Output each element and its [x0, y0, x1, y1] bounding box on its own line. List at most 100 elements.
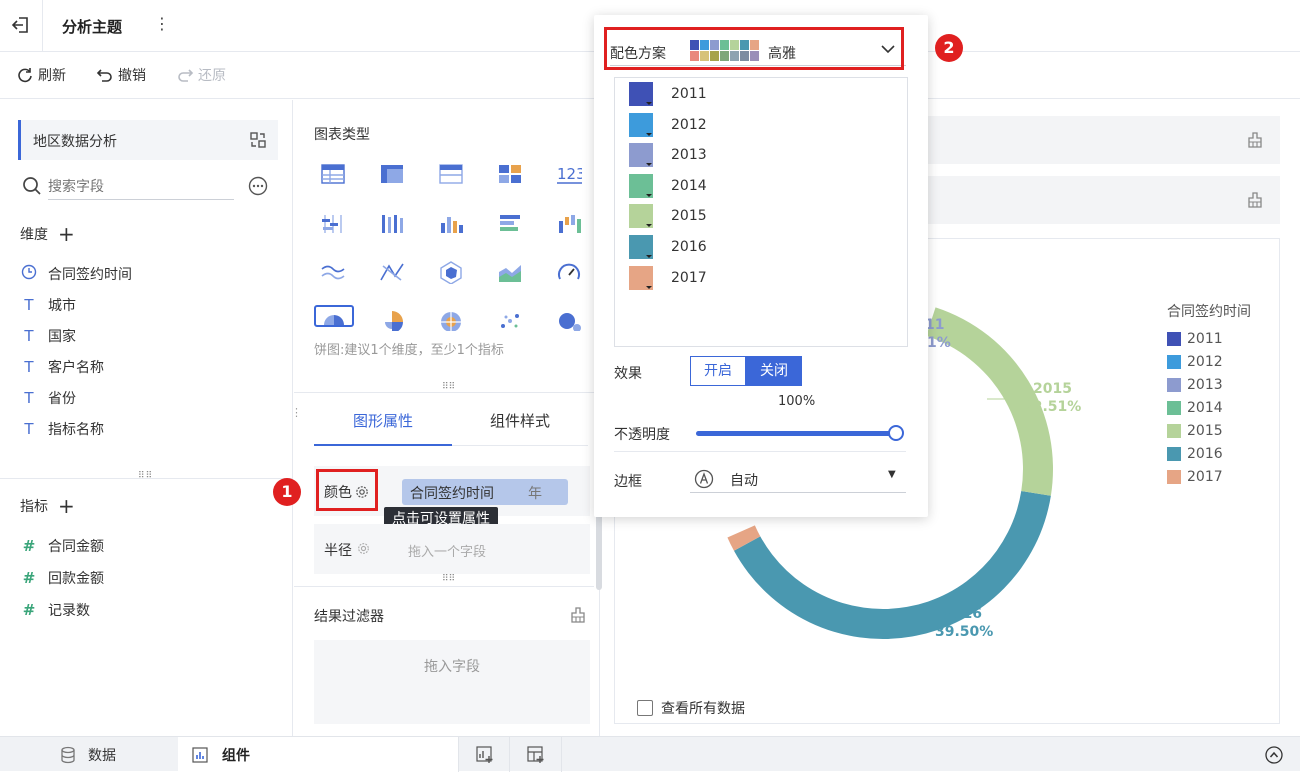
- refresh-button[interactable]: 刷新: [16, 65, 66, 85]
- dimension-field[interactable]: T 城市: [20, 295, 76, 315]
- kpi-card-icon[interactable]: [497, 162, 523, 186]
- rose-chart-icon[interactable]: [379, 309, 405, 331]
- color-swatch-picker[interactable]: [629, 82, 653, 106]
- opacity-slider-thumb[interactable]: [888, 425, 904, 441]
- color-swatch-picker[interactable]: [629, 204, 653, 229]
- area-chart-icon[interactable]: [497, 260, 523, 284]
- gauge-icon[interactable]: [556, 260, 582, 284]
- redo-button[interactable]: 还原: [176, 65, 226, 85]
- dimension-field[interactable]: T 省份: [20, 388, 76, 408]
- year-color-list: 2011 2012 2013 2014 2015 2016 2017: [614, 77, 908, 347]
- legend-item[interactable]: 2014: [1167, 396, 1223, 419]
- measure-field[interactable]: # 合同金额: [20, 536, 104, 556]
- legend-item[interactable]: 2015: [1167, 419, 1223, 442]
- dimension-field[interactable]: T 指标名称: [20, 419, 104, 439]
- legend-item[interactable]: 2016: [1167, 442, 1223, 465]
- more-options-icon[interactable]: [248, 176, 268, 196]
- step-badge-2: 2: [935, 34, 963, 62]
- dataset-name: 地区数据分析: [33, 134, 117, 150]
- bubble-icon[interactable]: [497, 309, 523, 331]
- sunburst-icon[interactable]: [438, 309, 464, 331]
- cross-table-icon[interactable]: [379, 162, 405, 186]
- tab-graph-properties[interactable]: 图形属性: [314, 396, 452, 446]
- legend-item[interactable]: 2012: [1167, 350, 1223, 373]
- color-swatch-picker[interactable]: [629, 265, 653, 290]
- legend-color-swatch: [1167, 423, 1181, 438]
- dimension-drop-bar[interactable]: [924, 116, 1280, 164]
- detail-table-icon[interactable]: [438, 162, 464, 186]
- search-icon: [23, 177, 41, 195]
- resize-handle[interactable]: ⠿⠿: [442, 382, 455, 392]
- pie-chart-icon[interactable]: [314, 305, 354, 327]
- scatter-line-icon[interactable]: [379, 260, 405, 284]
- data-label-2016-year: 2016: [943, 606, 982, 622]
- year-color-item[interactable]: 2017: [629, 265, 707, 290]
- chart-config-panel: 图表类型 123 饼图:建议1个维度，至少1个指标 ⠿⠿ 图形属性 组件样式 颜…: [294, 100, 602, 736]
- search-input[interactable]: [48, 174, 234, 200]
- more-menu-icon[interactable]: ⋮: [154, 14, 170, 33]
- filter-drop-zone[interactable]: 拖入字段: [314, 640, 590, 724]
- switch-dataset-icon[interactable]: [249, 131, 267, 149]
- radar-icon[interactable]: [438, 260, 464, 285]
- measure-field[interactable]: # 记录数: [20, 600, 90, 620]
- resize-handle[interactable]: ⠿⠿: [442, 574, 455, 584]
- color-swatch-picker[interactable]: [629, 235, 653, 259]
- table-chart-icon[interactable]: [320, 162, 346, 186]
- bar-chart-icon[interactable]: [497, 211, 523, 235]
- measure-field[interactable]: # 回款金额: [20, 568, 104, 588]
- waterfall-icon[interactable]: [556, 211, 582, 235]
- point-map-icon[interactable]: [556, 309, 582, 331]
- color-settings-popup: 配色方案 高雅 2011 2012 2013 2014 2015 2016 2017 效果 …: [594, 15, 928, 517]
- tab-data[interactable]: 数据: [60, 745, 116, 765]
- dimension-field[interactable]: T 国家: [20, 326, 76, 346]
- legend-item[interactable]: 2013: [1167, 373, 1223, 396]
- grouped-table-icon[interactable]: [320, 211, 346, 235]
- view-all-data-checkbox[interactable]: 查看所有数据: [637, 698, 745, 718]
- add-component-button[interactable]: [458, 737, 510, 772]
- number-field-icon: #: [22, 569, 36, 587]
- legend-item[interactable]: 2017: [1167, 465, 1223, 488]
- border-select[interactable]: 自动 ▼: [690, 467, 906, 493]
- year-color-item[interactable]: 2012: [629, 112, 707, 137]
- year-color-item[interactable]: 2016: [629, 235, 707, 259]
- settings-gear-icon[interactable]: [357, 542, 370, 555]
- add-dashboard-button[interactable]: [510, 737, 562, 772]
- dataset-selector[interactable]: 地区数据分析: [18, 120, 278, 160]
- color-field-chip[interactable]: 合同签约时间 年: [402, 479, 568, 505]
- year-color-item[interactable]: 2013: [629, 143, 707, 168]
- step-badge-1: 1: [273, 478, 301, 506]
- field-label: 合同签约时间: [48, 267, 132, 283]
- opacity-slider-track[interactable]: [696, 431, 896, 436]
- tab-component-style[interactable]: 组件样式: [452, 396, 588, 446]
- color-swatch-picker[interactable]: [629, 143, 653, 168]
- filter-broom-icon[interactable]: [569, 606, 587, 624]
- page-title: 分析主题: [62, 18, 123, 36]
- add-chart-icon: [476, 746, 493, 763]
- filter-broom-icon[interactable]: [1246, 191, 1264, 209]
- number-123-icon[interactable]: 123: [556, 162, 586, 186]
- undo-button[interactable]: 撤销: [96, 65, 146, 85]
- color-swatch-picker[interactable]: [629, 173, 653, 198]
- measure-drop-bar[interactable]: [924, 176, 1280, 224]
- bar-grid-icon[interactable]: [379, 211, 405, 235]
- year-color-item[interactable]: 2015: [629, 204, 707, 229]
- effect-off-button[interactable]: 关闭: [746, 356, 802, 386]
- year-color-item[interactable]: 2014: [629, 173, 707, 198]
- dimension-field[interactable]: 合同签约时间: [20, 264, 132, 284]
- dimension-field[interactable]: T 客户名称: [20, 357, 104, 377]
- radius-drop-zone[interactable]: 拖入一个字段: [408, 541, 486, 560]
- legend-item[interactable]: 2011: [1167, 327, 1223, 350]
- resize-handle[interactable]: ⠿⠿: [138, 471, 153, 481]
- collapse-up-icon[interactable]: [1265, 746, 1283, 764]
- checkbox-icon[interactable]: [637, 700, 653, 716]
- year-color-item[interactable]: 2011: [629, 82, 707, 106]
- column-chart-icon[interactable]: [438, 211, 464, 235]
- color-swatch-picker[interactable]: [629, 112, 653, 137]
- add-dimension-icon[interactable]: +: [58, 224, 75, 244]
- exit-icon[interactable]: [10, 14, 32, 36]
- line-chart-icon[interactable]: [320, 260, 346, 284]
- effect-on-button[interactable]: 开启: [690, 356, 746, 386]
- filter-broom-icon[interactable]: [1246, 131, 1264, 149]
- tab-component[interactable]: 组件: [178, 737, 458, 772]
- add-measure-icon[interactable]: +: [58, 496, 75, 516]
